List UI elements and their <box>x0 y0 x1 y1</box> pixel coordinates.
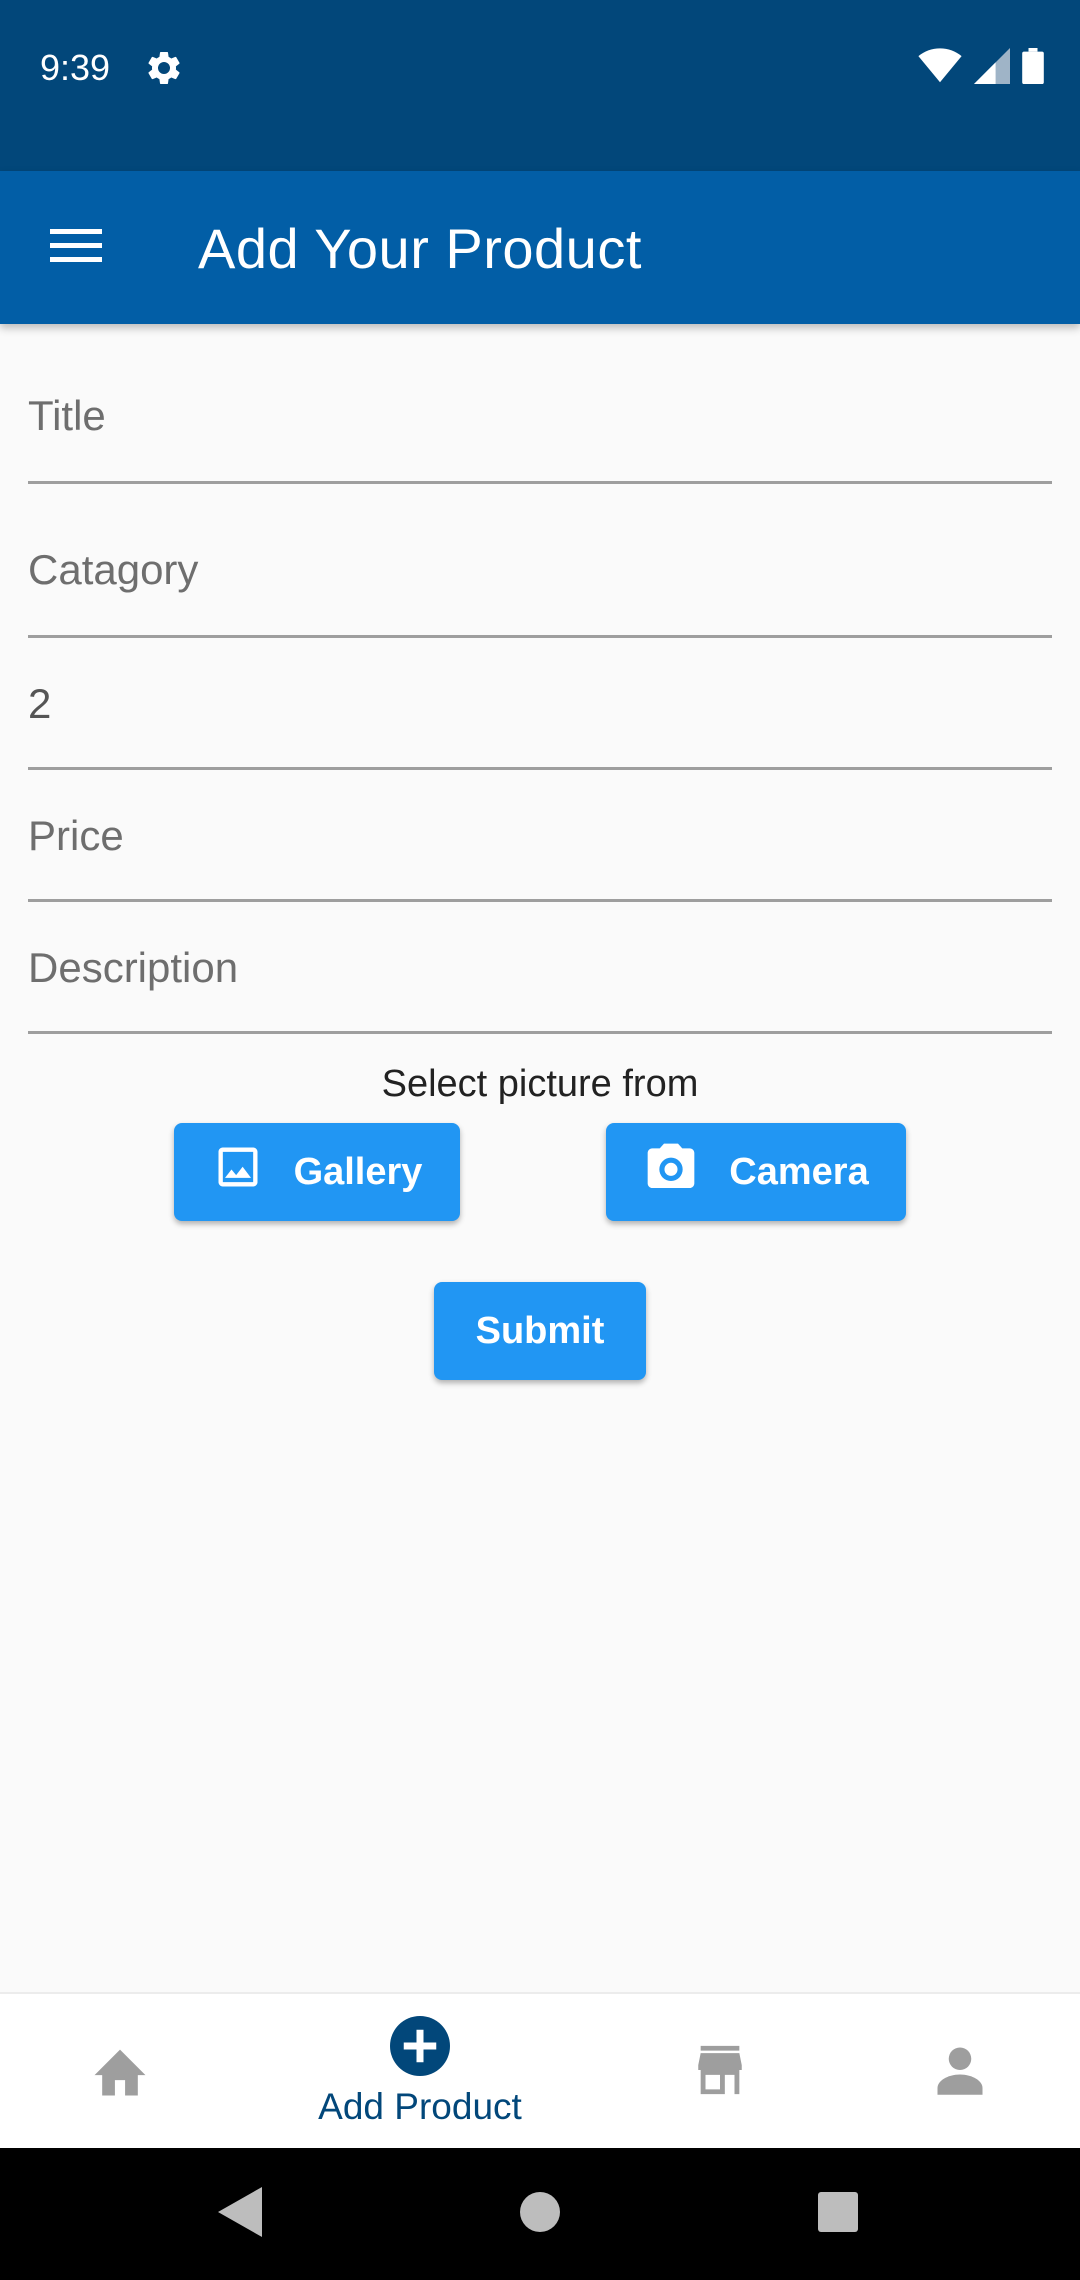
back-triangle-icon <box>218 2186 262 2242</box>
screen: 9:39 Add Your Product Title Catagory 2 P… <box>0 0 1080 2280</box>
app-bar: Add Your Product <box>0 171 1080 324</box>
person-icon <box>933 2043 987 2102</box>
nav-item-home[interactable] <box>60 1994 180 2150</box>
home-icon <box>89 2042 151 2103</box>
camera-icon <box>643 1141 699 1203</box>
menu-button[interactable] <box>36 211 116 283</box>
store-icon <box>691 2043 749 2102</box>
back-button[interactable] <box>210 2184 270 2244</box>
status-time: 9:39 <box>40 47 111 88</box>
cell-signal-icon <box>974 48 1010 89</box>
wifi-icon <box>918 48 962 89</box>
home-system-button[interactable] <box>510 2184 570 2244</box>
recents-button[interactable] <box>808 2184 868 2244</box>
home-circle-icon <box>519 2191 561 2238</box>
category-field-label: Catagory <box>28 546 199 593</box>
price-field-label: Price <box>28 812 124 859</box>
nav-item-label: Add Product <box>318 2085 522 2127</box>
price-field[interactable]: Price <box>28 770 1052 902</box>
select-picture-caption: Select picture from <box>381 1063 699 1105</box>
system-navigation-bar <box>0 2148 1080 2280</box>
quantity-field[interactable]: 2 <box>28 638 1052 770</box>
gear-icon <box>144 48 184 88</box>
category-field[interactable]: Catagory <box>28 484 1052 638</box>
recents-square-icon <box>817 2191 859 2238</box>
nav-item-profile[interactable] <box>900 1994 1020 2150</box>
description-field[interactable]: Description <box>28 902 1052 1034</box>
gallery-button-label: Gallery <box>293 1150 423 1193</box>
submit-button-label: Submit <box>475 1309 605 1352</box>
quantity-field-value: 2 <box>28 680 52 727</box>
submit-button[interactable]: Submit <box>434 1282 646 1380</box>
status-bar: 9:39 <box>0 0 1080 171</box>
page-title: Add Your Product <box>198 217 642 280</box>
description-field-label: Description <box>28 944 239 991</box>
title-field[interactable]: Title <box>28 324 1052 484</box>
title-field-label: Title <box>28 392 106 439</box>
nav-item-add-product[interactable]: Add Product <box>270 1994 570 2150</box>
camera-button-label: Camera <box>729 1150 869 1193</box>
add-circle-icon <box>390 2015 450 2081</box>
bottom-navigation: Add Product <box>0 1992 1080 2148</box>
battery-icon <box>1022 48 1044 89</box>
hamburger-menu-icon <box>50 225 102 270</box>
nav-item-store[interactable] <box>660 1994 780 2150</box>
status-icons <box>918 48 1044 89</box>
image-icon <box>212 1141 264 1203</box>
gallery-button[interactable]: Gallery <box>174 1123 460 1221</box>
camera-button[interactable]: Camera <box>606 1123 906 1221</box>
